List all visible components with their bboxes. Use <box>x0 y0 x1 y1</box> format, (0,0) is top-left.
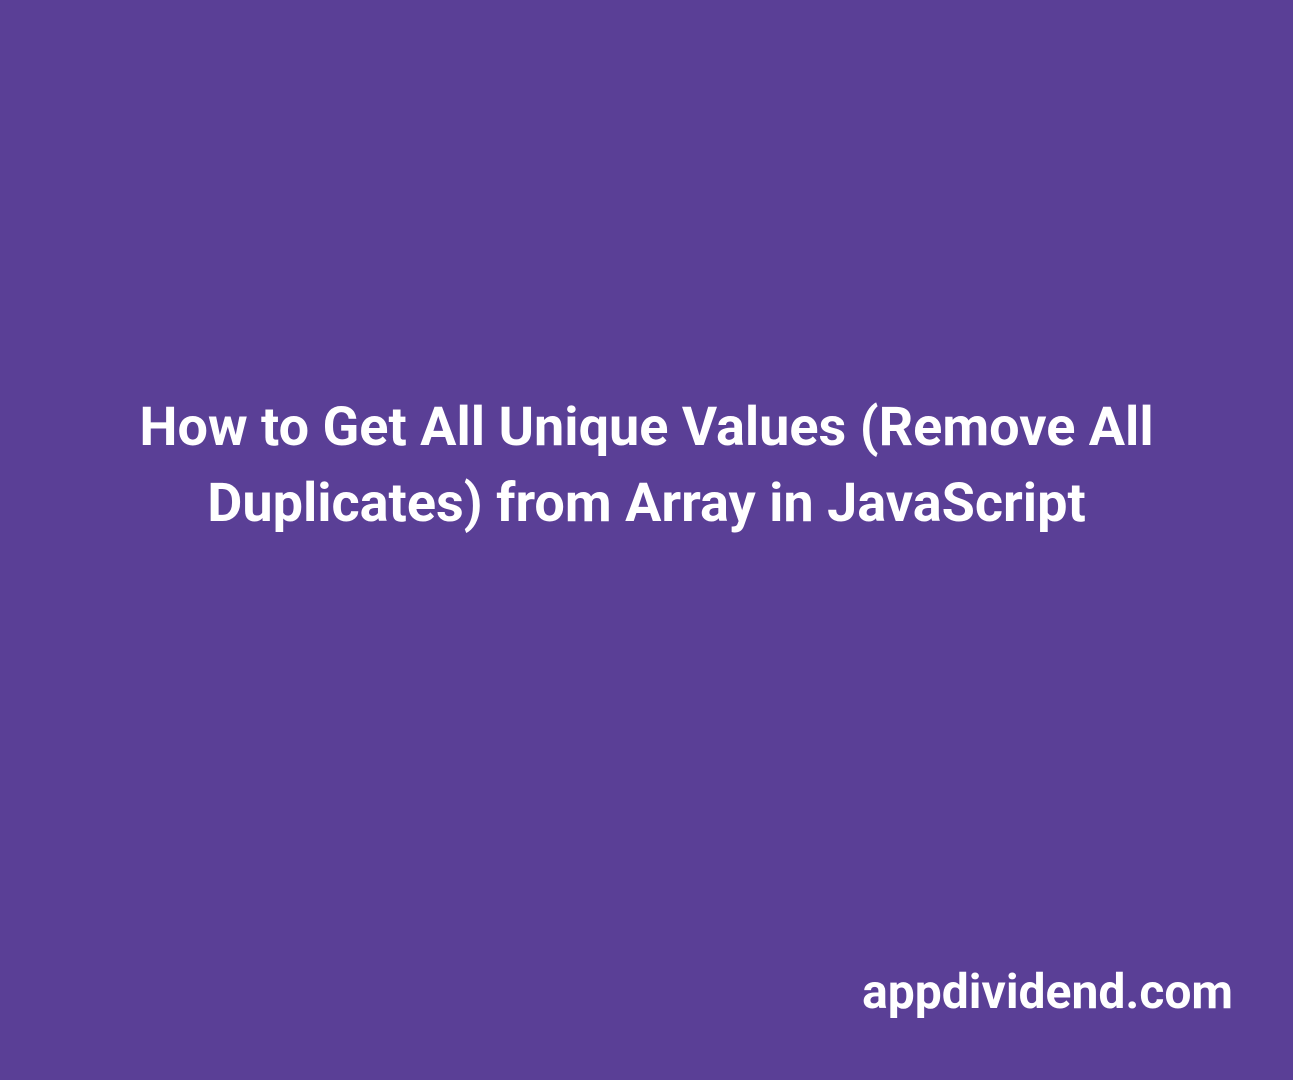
article-title: How to Get All Unique Values (Remove All… <box>0 390 1293 541</box>
site-name: appdividend.com <box>862 963 1233 1020</box>
